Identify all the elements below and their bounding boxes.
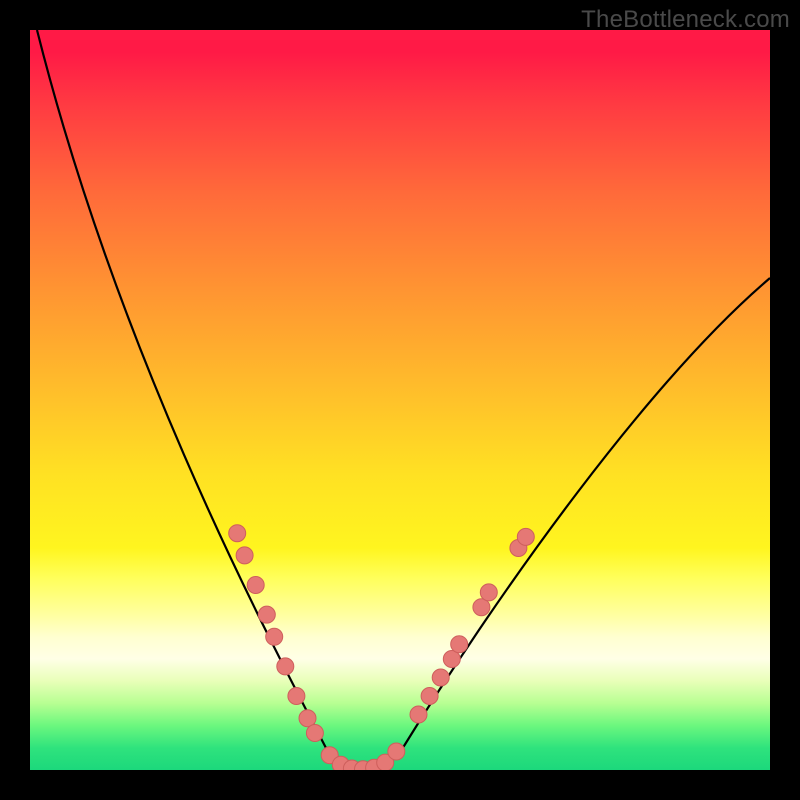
data-marker xyxy=(277,658,294,675)
data-marker xyxy=(410,706,427,723)
plot-area xyxy=(30,30,770,770)
curve-path xyxy=(37,30,770,770)
data-marker xyxy=(229,525,246,542)
bottleneck-curve xyxy=(30,30,770,770)
data-marker xyxy=(480,584,497,601)
data-marker xyxy=(421,688,438,705)
data-marker xyxy=(288,688,305,705)
data-marker xyxy=(247,577,264,594)
data-marker xyxy=(517,528,534,545)
outer-frame: TheBottleneck.com xyxy=(0,0,800,800)
data-marker xyxy=(236,547,253,564)
data-marker xyxy=(266,628,283,645)
data-marker xyxy=(388,743,405,760)
data-marker xyxy=(432,669,449,686)
data-marker xyxy=(258,606,275,623)
data-marker xyxy=(306,725,323,742)
data-marker xyxy=(451,636,468,653)
